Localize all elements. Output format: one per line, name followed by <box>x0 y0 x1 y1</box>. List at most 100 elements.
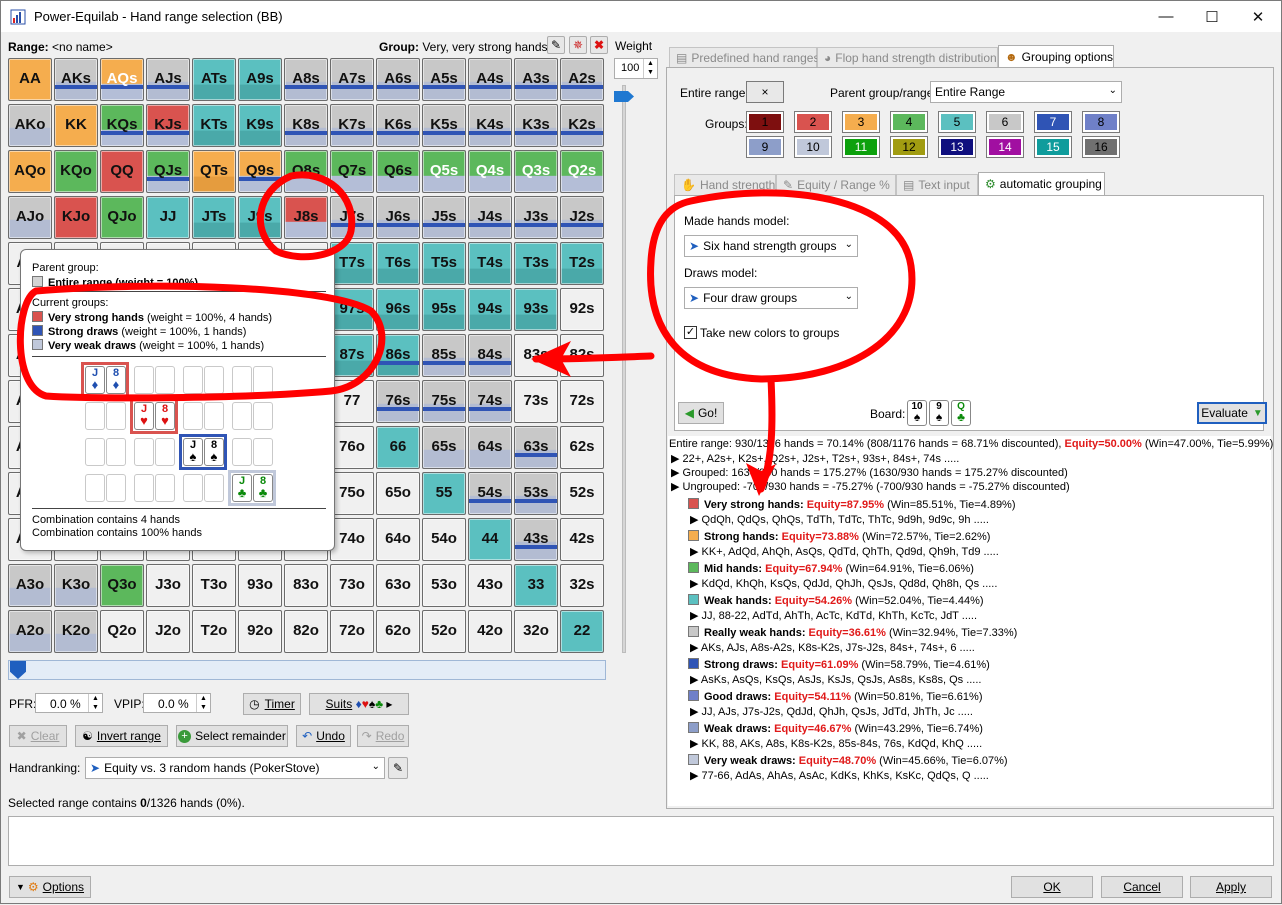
redo-button[interactable]: ↷ Redo <box>357 725 409 747</box>
weight-slider-track[interactable] <box>622 85 626 653</box>
hand-cell[interactable]: 63s <box>514 426 558 469</box>
hand-cell[interactable]: AQs <box>100 58 144 101</box>
apply-button[interactable]: Apply <box>1190 876 1272 898</box>
select-remainder-button[interactable]: + Select remainder <box>176 725 288 747</box>
hand-cell[interactable]: 72s <box>560 380 604 423</box>
hand-cell[interactable]: KTs <box>192 104 236 147</box>
hand-cell[interactable]: 52s <box>560 472 604 515</box>
group-button-2[interactable]: 2 <box>794 111 832 133</box>
hand-cell[interactable]: 65s <box>422 426 466 469</box>
hand-cell[interactable]: 87s <box>330 334 374 377</box>
hand-cell[interactable]: KQs <box>100 104 144 147</box>
hand-cell[interactable]: Q2o <box>100 610 144 653</box>
cancel-button[interactable]: Cancel <box>1101 876 1183 898</box>
hand-cell[interactable]: A5s <box>422 58 466 101</box>
hand-cell[interactable]: Q9s <box>238 150 282 193</box>
hand-cell[interactable]: AKs <box>54 58 98 101</box>
options-button[interactable]: ▼ ⚙ Options <box>9 876 91 898</box>
hand-cell[interactable]: JJ <box>146 196 190 239</box>
hand-cell[interactable]: A9s <box>238 58 282 101</box>
hand-cell[interactable]: K5s <box>422 104 466 147</box>
hand-cell[interactable]: Q7s <box>330 150 374 193</box>
timer-button[interactable]: ◷ Timer <box>243 693 301 715</box>
entire-range-button[interactable]: × <box>746 81 784 103</box>
hand-cell[interactable]: 95s <box>422 288 466 331</box>
group-button-7[interactable]: 7 <box>1034 111 1072 133</box>
hand-cell[interactable]: KJs <box>146 104 190 147</box>
tab-text-input[interactable]: ▤ Text input <box>896 174 978 195</box>
hand-cell[interactable]: JTs <box>192 196 236 239</box>
hand-cell[interactable]: 64o <box>376 518 420 561</box>
draws-model-dropdown[interactable]: ➤ Four draw groups ⌄ <box>684 287 858 309</box>
hand-cell[interactable]: 55 <box>422 472 466 515</box>
hand-cell[interactable]: QJo <box>100 196 144 239</box>
hand-cell[interactable]: K2s <box>560 104 604 147</box>
hand-cell[interactable]: 96s <box>376 288 420 331</box>
hand-cell[interactable]: 64s <box>468 426 512 469</box>
group-button-10[interactable]: 10 <box>794 136 832 158</box>
tab-grouping-options[interactable]: ☻ Grouping options <box>998 45 1114 68</box>
hand-cell[interactable]: 76s <box>376 380 420 423</box>
hand-cell[interactable]: 92o <box>238 610 282 653</box>
hand-cell[interactable]: 74o <box>330 518 374 561</box>
minimize-button[interactable]: — <box>1143 1 1189 32</box>
group-button-16[interactable]: 16 <box>1082 136 1120 158</box>
hand-cell[interactable]: AQo <box>8 150 52 193</box>
hand-cell[interactable]: 85s <box>422 334 466 377</box>
hand-cell[interactable]: 73s <box>514 380 558 423</box>
hand-cell[interactable]: 72o <box>330 610 374 653</box>
invert-range-button[interactable]: ☯ Invert range <box>75 725 168 747</box>
hand-cell[interactable]: 63o <box>376 564 420 607</box>
range-slider[interactable] <box>8 660 606 680</box>
hand-cell[interactable]: 75s <box>422 380 466 423</box>
delete-icon[interactable]: ✖ <box>590 36 608 54</box>
hand-cell[interactable]: A3o <box>8 564 52 607</box>
made-hands-dropdown[interactable]: ➤ Six hand strength groups ⌄ <box>684 235 858 257</box>
tab-automatic-grouping[interactable]: ⚙ automatic grouping <box>978 172 1105 195</box>
hand-cell[interactable]: K7s <box>330 104 374 147</box>
hand-cell[interactable]: AA <box>8 58 52 101</box>
hand-cell[interactable]: T2s <box>560 242 604 285</box>
hand-cell[interactable]: Q4s <box>468 150 512 193</box>
hand-cell[interactable]: J7s <box>330 196 374 239</box>
hand-cell[interactable]: Q3s <box>514 150 558 193</box>
hand-cell[interactable]: 97s <box>330 288 374 331</box>
hand-cell[interactable]: KK <box>54 104 98 147</box>
hand-cell[interactable]: J6s <box>376 196 420 239</box>
close-button[interactable]: ✕ <box>1235 1 1281 32</box>
hand-cell[interactable]: 53o <box>422 564 466 607</box>
clear-button[interactable]: ✖ Clear <box>9 725 67 747</box>
hand-cell[interactable]: 77 <box>330 380 374 423</box>
hand-cell[interactable]: J2s <box>560 196 604 239</box>
notes-textarea[interactable] <box>8 816 1274 866</box>
hand-cell[interactable]: 32o <box>514 610 558 653</box>
hand-cell[interactable]: 42s <box>560 518 604 561</box>
hand-cell[interactable]: T3o <box>192 564 236 607</box>
group-button-12[interactable]: 12 <box>890 136 928 158</box>
group-button-1[interactable]: 1 <box>746 111 784 133</box>
hand-cell[interactable]: Q2s <box>560 150 604 193</box>
hand-cell[interactable]: 54s <box>468 472 512 515</box>
weight-slider-handle[interactable] <box>614 91 634 102</box>
group-button-8[interactable]: 8 <box>1082 111 1120 133</box>
hand-cell[interactable]: 54o <box>422 518 466 561</box>
hand-cell[interactable]: K9s <box>238 104 282 147</box>
hand-cell[interactable]: 65o <box>376 472 420 515</box>
hand-cell[interactable]: 84s <box>468 334 512 377</box>
group-button-5[interactable]: 5 <box>938 111 976 133</box>
evaluate-button[interactable]: Evaluate ▼ <box>1197 402 1267 424</box>
maximize-button[interactable]: ☐ <box>1189 1 1235 32</box>
undo-button[interactable]: ↶ Undo <box>296 725 351 747</box>
hand-cell[interactable]: A2o <box>8 610 52 653</box>
hand-cell[interactable]: A2s <box>560 58 604 101</box>
hand-cell[interactable]: K3s <box>514 104 558 147</box>
hand-cell[interactable]: QQ <box>100 150 144 193</box>
hand-cell[interactable]: 92s <box>560 288 604 331</box>
parent-group-dropdown[interactable]: Entire Range ⌄ <box>930 81 1122 103</box>
hand-cell[interactable]: T3s <box>514 242 558 285</box>
hand-cell[interactable]: 66 <box>376 426 420 469</box>
hand-cell[interactable]: A3s <box>514 58 558 101</box>
tab-flop-hand-strength[interactable]: ◕ Flop hand strength distribution <box>817 47 998 68</box>
pencil-icon[interactable]: ✎ <box>547 36 565 54</box>
group-button-6[interactable]: 6 <box>986 111 1024 133</box>
